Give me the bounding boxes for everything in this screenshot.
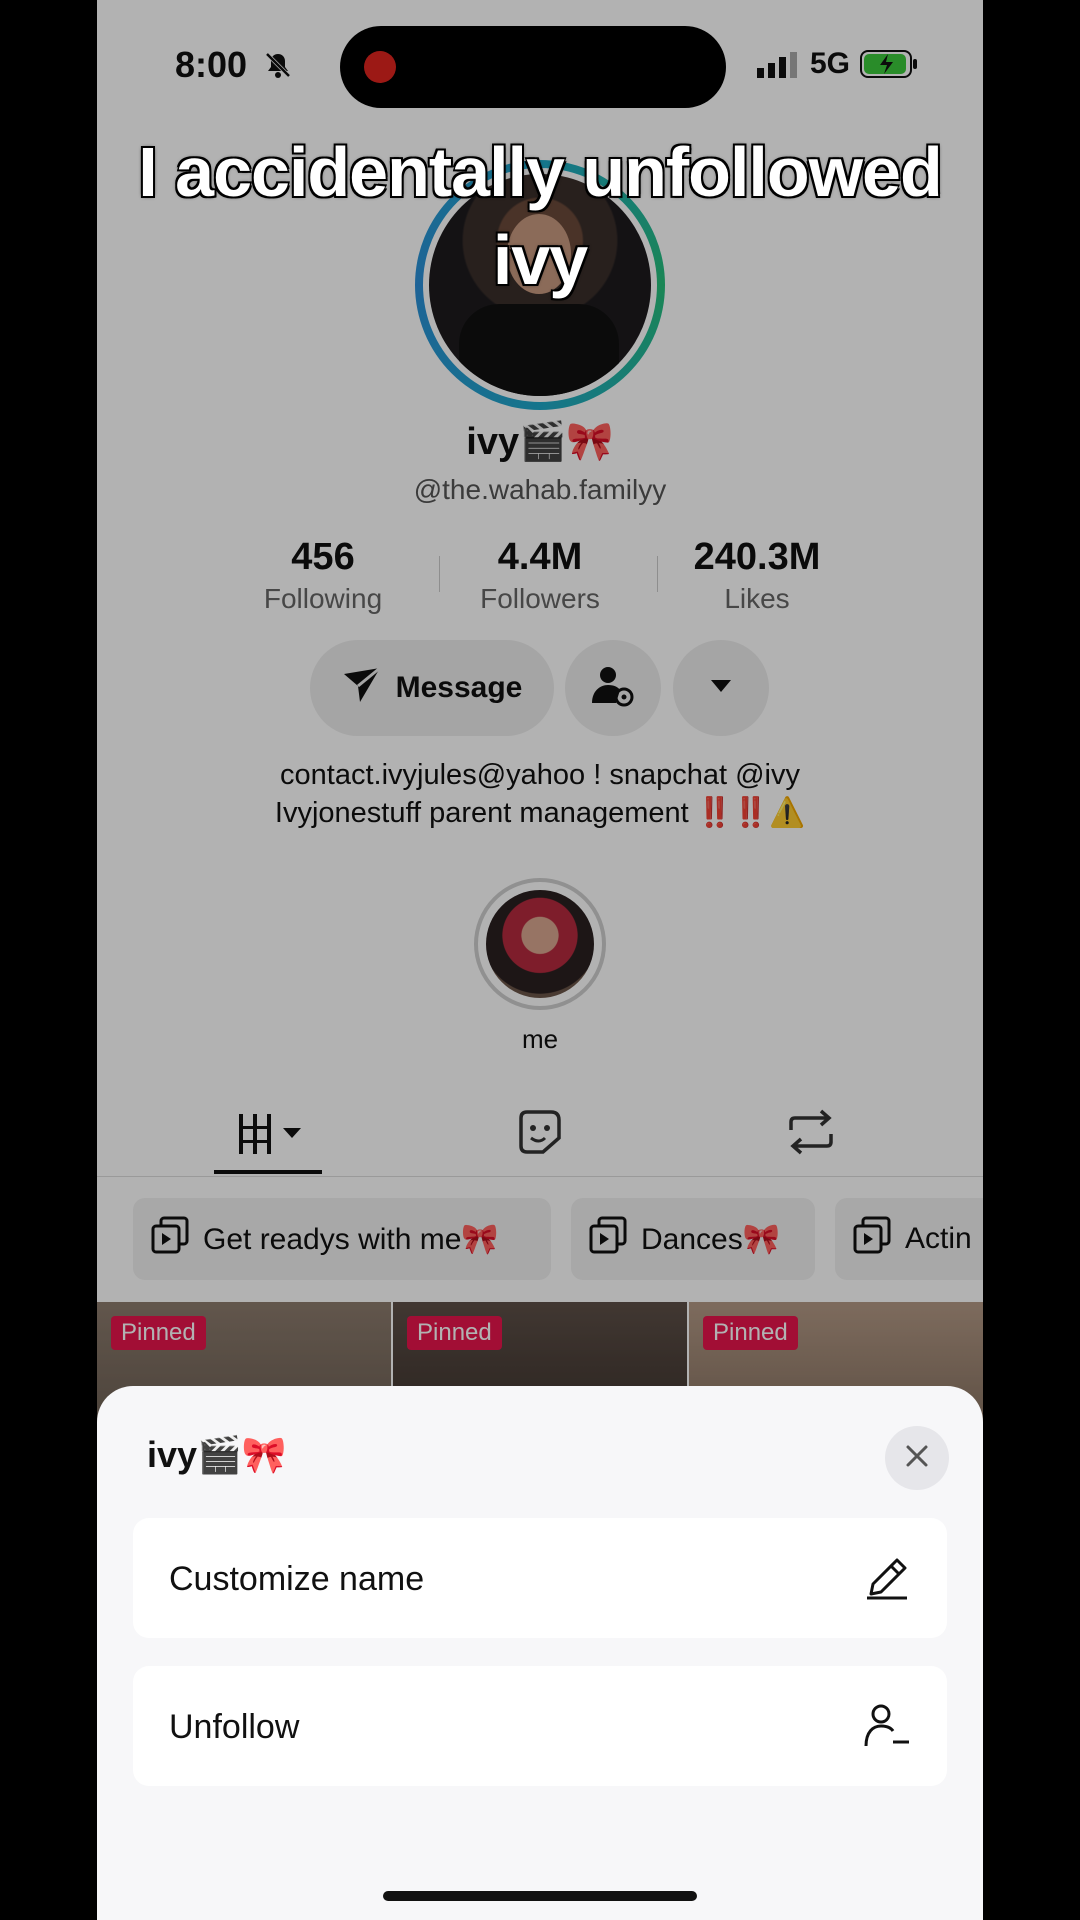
close-button[interactable] (885, 1426, 949, 1490)
playlist-item[interactable]: Dances🎀 (571, 1198, 815, 1280)
phone-screen: 8:00 5G I accidentally unfollowed ivy iv… (97, 0, 983, 1920)
stat-likes[interactable]: 240.3M Likes (657, 536, 857, 615)
playlist-item[interactable]: Actin (835, 1198, 983, 1280)
playlist-label: Dances🎀 (641, 1222, 781, 1256)
signal-icon (757, 52, 801, 83)
bottom-sheet: ivy🎬🎀 Customize name Unfollow (97, 1386, 983, 1920)
profile-stats: 456 Following 4.4M Followers 240.3M Like… (223, 536, 857, 616)
network-type: 5G (810, 47, 851, 80)
story-highlight[interactable] (474, 878, 606, 1010)
video-caption: I accidentally unfollowed ivy (138, 133, 942, 299)
dynamic-island (340, 26, 726, 108)
tab-reposts[interactable] (785, 1108, 837, 1161)
battery-icon (860, 50, 918, 83)
highlight-label: me (521, 1024, 559, 1054)
sheet-title: ivy🎬🎀 (147, 1434, 287, 1475)
playlist-item[interactable]: Get readys with me🎀 (133, 1198, 551, 1280)
tab-favorites[interactable] (515, 1108, 563, 1161)
active-tab-indicator (214, 1170, 322, 1174)
stat-label: Following (263, 583, 383, 614)
remove-user-icon (863, 1702, 911, 1755)
stat-following[interactable]: 456 Following (223, 536, 423, 615)
message-button[interactable]: Message (310, 640, 554, 736)
home-indicator[interactable] (383, 1891, 697, 1901)
tab-videos[interactable] (237, 1112, 303, 1161)
bell-muted-icon (263, 50, 293, 85)
content-tabs (97, 1100, 983, 1177)
pencil-icon (863, 1554, 911, 1607)
option-label: Unfollow (169, 1708, 300, 1746)
option-label: Customize name (169, 1560, 425, 1598)
stat-value: 4.4M (497, 536, 583, 578)
bio-line-2: Ivyjonestuff parent management ‼️‼️⚠️ (97, 794, 983, 832)
recording-indicator (364, 51, 396, 83)
sticker-icon (515, 1110, 563, 1160)
message-label: Message (395, 671, 523, 704)
bio-line-1: contact.ivyjules@yahoo ! snapchat @ivy (280, 759, 800, 791)
stat-value: 456 (291, 536, 355, 578)
repost-icon (785, 1109, 837, 1160)
profile-display-name: ivy🎬🎀 (466, 421, 614, 463)
pinned-badge: Pinned (703, 1316, 798, 1350)
customize-name-option[interactable]: Customize name (133, 1518, 947, 1638)
playlist-row: Get readys with me🎀 Dances🎀 Actin (97, 1198, 983, 1280)
stat-label: Likes (724, 583, 790, 614)
profile-bio: contact.ivyjules@yahoo ! snapchat @ivy I… (97, 756, 983, 832)
stat-label: Followers (480, 583, 600, 614)
bio-line-2-text: Ivyjonestuff parent management (274, 797, 689, 829)
status-time: 8:00 (175, 44, 248, 85)
pinned-badge: Pinned (407, 1316, 502, 1350)
playlist-label: Actin (905, 1222, 972, 1255)
grid-icon (237, 1114, 303, 1160)
follow-settings-button[interactable] (565, 640, 661, 736)
playlist-icon (151, 1216, 189, 1262)
bio-emoji: ‼️‼️⚠️ (696, 797, 806, 829)
close-icon (905, 1444, 929, 1473)
profile-handle: @the.wahab.familyy (413, 474, 667, 505)
more-dropdown-button[interactable] (673, 640, 769, 736)
playlist-icon (853, 1216, 891, 1262)
pinned-badge: Pinned (111, 1316, 206, 1350)
status-bar: 8:00 5G (97, 0, 983, 130)
playlist-icon (589, 1216, 627, 1262)
send-icon (342, 664, 382, 712)
unfollow-option[interactable]: Unfollow (133, 1666, 947, 1786)
playlist-label: Get readys with me🎀 (203, 1222, 499, 1256)
user-settings-icon (590, 663, 636, 714)
caret-down-icon (710, 679, 732, 698)
stat-value: 240.3M (693, 536, 821, 578)
stat-followers[interactable]: 4.4M Followers (440, 536, 640, 615)
